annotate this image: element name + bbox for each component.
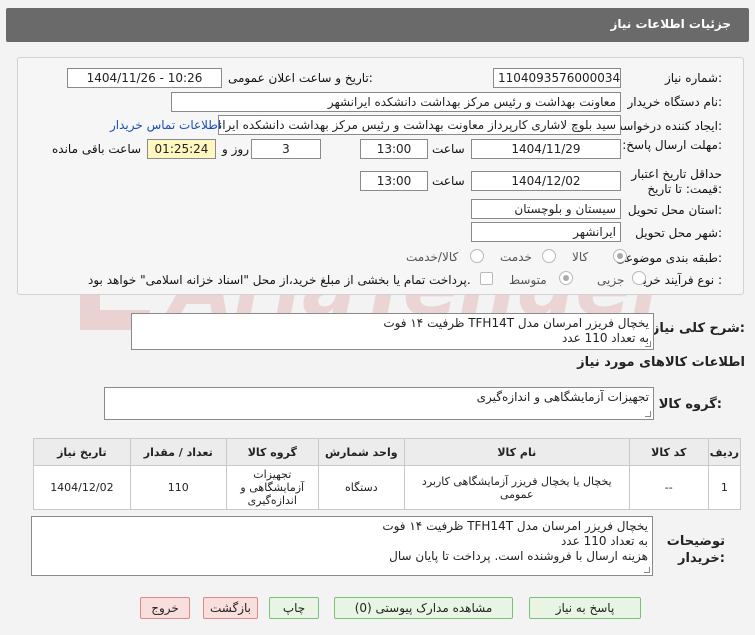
process-radio-medium[interactable] bbox=[559, 271, 573, 285]
category-radio-goods-service[interactable] bbox=[470, 249, 484, 263]
category-radio-service[interactable] bbox=[542, 249, 556, 263]
need-number-label: شماره نیاز: bbox=[664, 71, 722, 85]
province-field[interactable]: سیستان و بلوچستان bbox=[471, 199, 621, 219]
cell-group: تجهیزات آزمایشگاهی و اندازه‌گیری bbox=[225, 465, 319, 510]
treasury-payment-checkbox[interactable] bbox=[480, 272, 493, 285]
treasury-payment-note: پرداخت تمام یا بخشی از مبلغ خرید،از محل … bbox=[88, 273, 471, 287]
col-header-qty: تعداد / مقدار bbox=[129, 438, 227, 466]
cell-code: -- bbox=[628, 465, 709, 510]
deadline-time-field[interactable]: 13:00 bbox=[360, 139, 428, 159]
page-header: جزئیات اطلاعات نیاز bbox=[6, 8, 749, 42]
col-header-row: ردیف bbox=[707, 438, 742, 466]
view-attachments-button[interactable]: مشاهده مدارک پیوستی (0) bbox=[334, 597, 513, 619]
process-type-label: نوع فرآیند خرید : bbox=[637, 273, 722, 287]
print-button[interactable]: چاپ bbox=[269, 597, 319, 619]
creator-label: ایجاد کننده درخواست: bbox=[611, 119, 722, 133]
col-header-date: تاریخ نیاز bbox=[33, 438, 131, 466]
deadline-time-label: ساعت bbox=[432, 142, 465, 156]
buyer-org-field[interactable]: معاونت بهداشت و رئیس مرکز بهداشت دانشکده… bbox=[171, 92, 621, 112]
col-header-group: گروه کالا bbox=[225, 438, 319, 466]
remaining-time-label: ساعت باقی مانده bbox=[52, 142, 142, 156]
process-radio-minor[interactable] bbox=[632, 271, 646, 285]
need-description-field[interactable]: یخچال فریزر امرسان مدل TFH14T ظرفیت ۱۴ ف… bbox=[131, 313, 654, 350]
remaining-time-field: 01:25:24 bbox=[147, 139, 216, 159]
col-header-unit: واحد شمارش bbox=[317, 438, 405, 466]
days-field[interactable]: 3 bbox=[251, 139, 321, 159]
need-number-field[interactable]: 1104093576000034 bbox=[493, 68, 621, 88]
exit-button[interactable]: خروج bbox=[140, 597, 190, 619]
price-validity-label: حداقل تاریخ اعتبار قیمت: تا تاریخ: bbox=[631, 167, 722, 196]
validity-date-field[interactable]: 1404/12/02 bbox=[471, 171, 621, 191]
col-header-code: کد کالا bbox=[628, 438, 709, 466]
cell-name: یخچال یا یخچال فریزر آزمایشگاهی کاربرد ع… bbox=[403, 465, 630, 510]
category-option-goods: کالا bbox=[572, 250, 589, 264]
category-option-goods-service: کالا/خدمت bbox=[406, 250, 459, 264]
creator-field[interactable]: سید بلوچ لاشاری کارپرداز معاونت بهداشت و… bbox=[218, 115, 621, 135]
goods-info-title: اطلاعات کالاهای مورد نیاز bbox=[577, 355, 745, 370]
category-radio-goods[interactable] bbox=[613, 249, 627, 263]
validity-time-label: ساعت bbox=[432, 174, 465, 188]
announce-datetime-field[interactable]: 1404/11/26 - 10:26 bbox=[67, 68, 222, 88]
table-row[interactable]: 1 -- یخچال یا یخچال فریزر آزمایشگاهی کار… bbox=[33, 465, 742, 510]
need-description-label: شرح کلی نیاز: bbox=[651, 321, 745, 336]
buyer-contact-link[interactable]: اطلاعات تماس خریدار bbox=[110, 118, 221, 132]
items-table-header: ردیف کد کالا نام کالا واحد شمارش گروه کا… bbox=[33, 438, 742, 466]
cell-date: 1404/12/02 bbox=[33, 465, 131, 510]
days-label: روز و bbox=[222, 142, 249, 156]
category-label: طبقه بندی موضوعی: bbox=[615, 251, 722, 265]
cell-row: 1 bbox=[707, 465, 742, 510]
page-title: جزئیات اطلاعات نیاز bbox=[610, 17, 731, 31]
category-option-service: خدمت bbox=[500, 250, 532, 264]
back-button[interactable]: بازگشت bbox=[203, 597, 258, 619]
validity-time-field[interactable]: 13:00 bbox=[360, 171, 428, 191]
city-field[interactable]: ایرانشهر bbox=[471, 222, 621, 242]
cell-qty: 110 bbox=[129, 465, 227, 510]
goods-group-field[interactable]: تجهیزات آزمایشگاهی و اندازه‌گیری bbox=[104, 387, 654, 420]
buyer-org-label: نام دستگاه خریدار: bbox=[627, 95, 723, 109]
buyer-notes-field[interactable]: یخچال فریزر امرسان مدل TFH14T ظرفیت ۱۴ ف… bbox=[31, 516, 653, 576]
province-label: استان محل تحویل: bbox=[627, 203, 722, 217]
buyer-notes-label: توضیحات خریدار: bbox=[666, 534, 725, 566]
city-label: شهر محل تحویل: bbox=[635, 226, 722, 240]
col-header-name: نام کالا bbox=[403, 438, 630, 466]
reply-to-need-button[interactable]: پاسخ به نیاز bbox=[529, 597, 641, 619]
process-option-minor: جزیی bbox=[597, 273, 625, 287]
deadline-date-field[interactable]: 1404/11/29 bbox=[471, 139, 621, 159]
cell-unit: دستگاه bbox=[317, 465, 405, 510]
process-option-medium: متوسط bbox=[509, 273, 547, 287]
items-table: ردیف کد کالا نام کالا واحد شمارش گروه کا… bbox=[33, 438, 742, 510]
announce-datetime-label: تاریخ و ساعت اعلان عمومی: bbox=[228, 71, 373, 85]
goods-group-label: گروه کالا: bbox=[658, 397, 722, 412]
